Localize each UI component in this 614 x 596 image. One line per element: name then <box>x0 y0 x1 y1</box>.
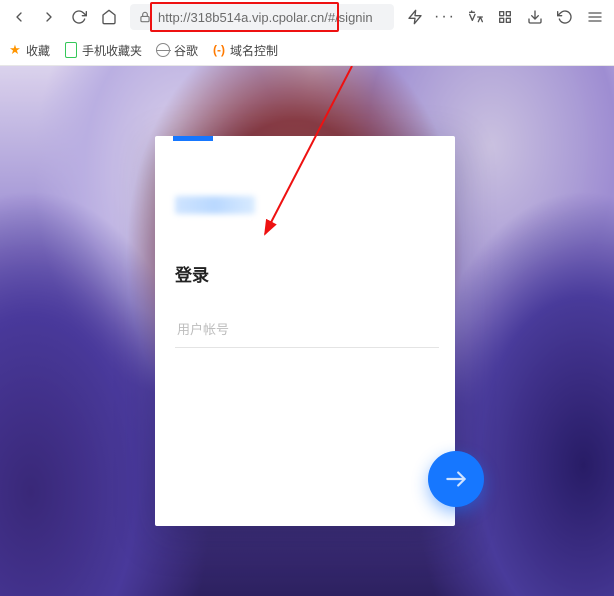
login-title: 登录 <box>175 261 209 286</box>
app-logo-obscured <box>175 196 255 214</box>
bookmark-favorites[interactable]: ★ 收藏 <box>8 42 50 59</box>
hamburger-icon <box>587 9 603 25</box>
translate-button[interactable] <box>462 4 488 30</box>
bookmark-label: 谷歌 <box>174 42 198 59</box>
username-input[interactable] <box>175 311 439 348</box>
next-button[interactable] <box>428 451 484 507</box>
bookmark-label: 收藏 <box>26 42 50 59</box>
lightning-icon <box>407 9 423 25</box>
forward-button[interactable] <box>36 4 62 30</box>
more-button[interactable]: ··· <box>432 4 458 30</box>
globe-icon <box>156 43 170 57</box>
browser-toolbar: http://318b514a.vip.cpolar.cn/#/signin ·… <box>0 0 614 35</box>
home-button[interactable] <box>96 4 122 30</box>
bookmarks-bar: ★ 收藏 手机收藏夹 谷歌 (-) 域名控制 <box>0 35 614 66</box>
star-icon: ★ <box>8 43 22 57</box>
bookmark-label: 手机收藏夹 <box>82 42 142 59</box>
bookmark-google[interactable]: 谷歌 <box>156 42 198 59</box>
back-button[interactable] <box>6 4 32 30</box>
download-button[interactable] <box>522 4 548 30</box>
login-card: 登录 <box>155 136 455 526</box>
card-accent-bar <box>173 136 213 141</box>
history-icon <box>557 9 573 25</box>
lock-icon <box>138 10 152 24</box>
mobile-icon <box>64 43 78 57</box>
download-icon <box>527 9 543 25</box>
menu-button[interactable] <box>582 4 608 30</box>
translate-icon <box>467 9 483 25</box>
arrow-left-icon <box>11 9 27 25</box>
apps-button[interactable] <box>492 4 518 30</box>
history-button[interactable] <box>552 4 578 30</box>
page-content: 登录 <box>0 66 614 596</box>
grid-icon <box>497 9 513 25</box>
username-field-wrap <box>175 311 435 348</box>
cpolar-icon: (-) <box>212 43 226 57</box>
reload-icon <box>71 9 87 25</box>
reload-button[interactable] <box>66 4 92 30</box>
arrow-right-icon <box>443 466 469 492</box>
dots-icon: ··· <box>434 8 456 26</box>
home-icon <box>101 9 117 25</box>
address-bar[interactable]: http://318b514a.vip.cpolar.cn/#/signin <box>130 4 394 30</box>
flash-button[interactable] <box>402 4 428 30</box>
url-text: http://318b514a.vip.cpolar.cn/#/signin <box>158 10 373 25</box>
arrow-right-icon <box>41 9 57 25</box>
bookmark-label: 域名控制 <box>230 42 278 59</box>
bookmark-domain[interactable]: (-) 域名控制 <box>212 42 278 59</box>
bookmark-mobile[interactable]: 手机收藏夹 <box>64 42 142 59</box>
